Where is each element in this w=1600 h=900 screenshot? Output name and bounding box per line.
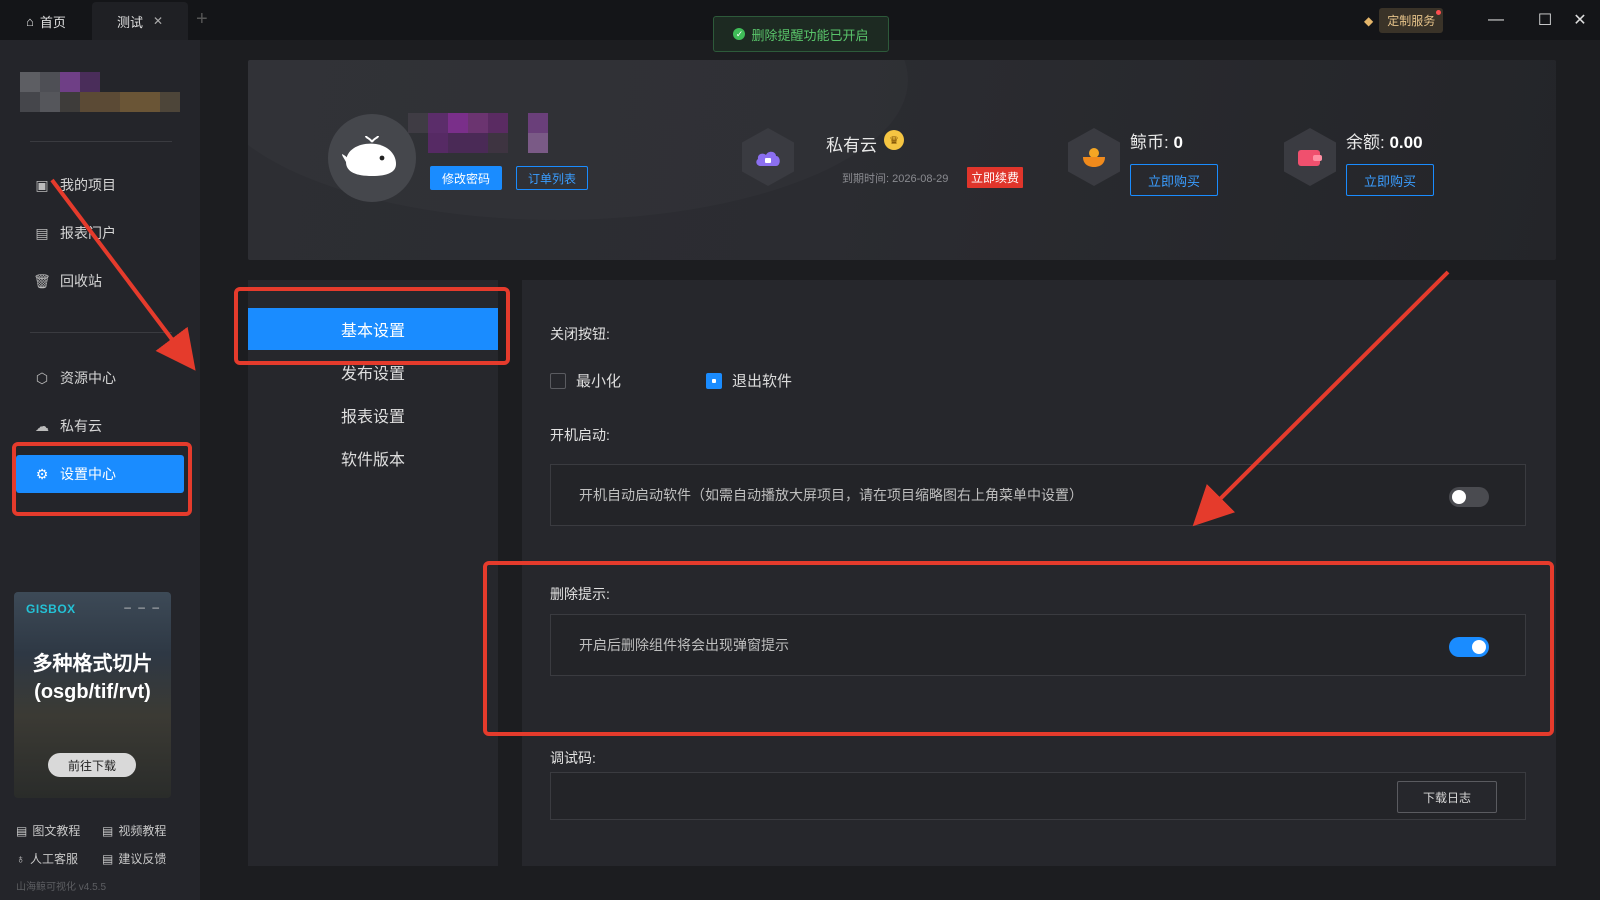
promo-banner[interactable]: GISBOX – – – 多种格式切片 (osgb/tif/rvt) 前往下载 xyxy=(14,592,171,798)
customer-service-link[interactable]: ♁ 人工客服 xyxy=(16,850,78,867)
sidebar-item-recycle-bin[interactable]: 🗑 回收站 xyxy=(16,262,184,300)
toast-text: 删除提醒功能已开启 xyxy=(751,27,869,43)
settings-menu: 基本设置 发布设置 报表设置 软件版本 xyxy=(248,280,498,866)
sidebar-item-label: 私有云 xyxy=(60,418,102,434)
tab-label: 首页 xyxy=(39,14,66,30)
startup-toggle[interactable] xyxy=(1449,487,1489,507)
sidebar: ▣ 我的项目 ▤ 报表门户 🗑 回收站 ⬡ 资源中心 ☁ 私有云 ⚙ 设置中心 … xyxy=(0,40,200,900)
promo-brand-logo: GISBOX xyxy=(26,602,76,616)
sidebar-divider xyxy=(30,141,172,142)
delete-hint-title: 删除提示: xyxy=(550,586,610,602)
download-log-button[interactable]: 下载日志 xyxy=(1397,781,1497,813)
delete-hint-panel: 开启后删除组件将会出现弹窗提示 xyxy=(550,614,1526,676)
whale-avatar-icon xyxy=(328,114,416,202)
sidebar-item-label: 我的项目 xyxy=(60,177,116,193)
sidebar-divider xyxy=(30,332,172,333)
sidebar-item-label: 设置中心 xyxy=(60,466,116,482)
crown-icon: ♛ xyxy=(884,130,904,150)
minimize-icon[interactable]: — xyxy=(1482,6,1510,34)
text-tutorial-link[interactable]: ▤ 图文教程 xyxy=(16,822,80,839)
trash-icon: 🗑 xyxy=(33,272,51,289)
private-cloud-title: 私有云 xyxy=(826,136,877,155)
sidebar-item-private-cloud[interactable]: ☁ 私有云 xyxy=(16,407,184,445)
document-icon: ▤ xyxy=(16,823,28,838)
tab-test[interactable]: 测试 ✕ xyxy=(92,2,188,40)
sidebar-item-my-projects[interactable]: ▣ 我的项目 xyxy=(16,166,184,204)
home-icon: ⌂ xyxy=(26,13,34,29)
checkbox-checked[interactable] xyxy=(706,372,722,389)
order-list-button[interactable]: 订单列表 xyxy=(516,166,588,190)
headset-icon: ♁ xyxy=(16,851,25,866)
debug-code-title: 调试码: xyxy=(550,750,596,766)
resource-icon: ⬡ xyxy=(35,369,49,386)
maximize-icon[interactable]: ☐ xyxy=(1531,6,1559,34)
video-tutorial-link[interactable]: ▤ 视频教程 xyxy=(102,822,166,839)
menu-basic-settings[interactable]: 基本设置 xyxy=(248,308,498,350)
expire-date: 到期时间: 2026-08-29 xyxy=(842,173,949,185)
close-button-title: 关闭按钮: xyxy=(550,326,610,342)
change-password-button[interactable]: 修改密码 xyxy=(430,166,502,190)
exit-software-option[interactable]: 退出软件 xyxy=(706,370,792,391)
buy-balance-button[interactable]: 立即购买 xyxy=(1346,164,1434,196)
tab-home[interactable]: ⌂ 首页 xyxy=(10,2,90,40)
minimize-option[interactable]: 最小化 xyxy=(550,370,621,391)
sidebar-item-label: 报表门户 xyxy=(60,225,116,241)
promo-download-button[interactable]: 前往下载 xyxy=(48,753,136,777)
profile-header: 修改密码 订单列表 私有云 ♛ 到期时间: 2026-08-29 立即续费 鲸币… xyxy=(248,60,1556,260)
close-icon[interactable]: ✕ xyxy=(153,14,163,28)
success-toast: ✓ 删除提醒功能已开启 xyxy=(713,16,889,52)
promo-dots: – – – xyxy=(124,600,161,614)
diamond-icon: ◆ xyxy=(1364,13,1374,28)
debug-code-panel: 下载日志 xyxy=(550,772,1526,820)
startup-title: 开机启动: xyxy=(550,427,610,443)
delete-hint-description: 开启后删除组件将会出现弹窗提示 xyxy=(579,637,789,653)
check-circle-icon: ✓ xyxy=(733,28,746,40)
window-close-icon[interactable]: ✕ xyxy=(1566,6,1594,34)
wallet-icon xyxy=(1284,128,1336,186)
sidebar-item-report-portal[interactable]: ▤ 报表门户 xyxy=(16,214,184,252)
custom-service-label: 定制服务 xyxy=(1379,8,1444,33)
menu-publish-settings[interactable]: 发布设置 xyxy=(248,351,498,393)
custom-service-button[interactable]: ◆ 定制服务 xyxy=(1364,8,1444,33)
promo-title: 多种格式切片 (osgb/tif/rvt) xyxy=(32,653,153,703)
video-icon: ▤ xyxy=(102,823,114,838)
gear-icon: ⚙ xyxy=(35,465,49,482)
startup-panel: 开机自动启动软件（如需自动播放大屏项目，请在项目缩略图右上角菜单中设置） xyxy=(550,464,1526,526)
sidebar-item-label: 回收站 xyxy=(60,273,102,289)
sidebar-item-settings-center[interactable]: ⚙ 设置中心 xyxy=(16,455,184,493)
project-icon: ▣ xyxy=(35,176,49,193)
renew-button[interactable]: 立即续费 xyxy=(967,167,1024,188)
checkbox-unchecked[interactable] xyxy=(550,372,566,389)
notification-dot xyxy=(1436,10,1442,15)
sidebar-item-label: 资源中心 xyxy=(60,370,116,386)
cloud-icon: ☁ xyxy=(35,417,49,434)
menu-software-version[interactable]: 软件版本 xyxy=(248,437,498,479)
add-tab-icon[interactable]: + xyxy=(196,8,208,31)
buy-coins-button[interactable]: 立即购买 xyxy=(1130,164,1218,196)
balance-stat: 余额: 0.00 xyxy=(1346,133,1423,152)
menu-report-settings[interactable]: 报表设置 xyxy=(248,394,498,436)
coin-bowl-icon xyxy=(1068,128,1120,186)
tab-label: 测试 xyxy=(116,14,143,30)
feedback-link[interactable]: ▤ 建议反馈 xyxy=(102,850,166,867)
delete-hint-toggle[interactable] xyxy=(1449,637,1489,657)
feedback-icon: ▤ xyxy=(102,851,114,866)
startup-description: 开机自动启动软件（如需自动播放大屏项目，请在项目缩略图右上角菜单中设置） xyxy=(579,487,1083,503)
user-avatar-blurred xyxy=(20,72,180,114)
sidebar-item-resource-center[interactable]: ⬡ 资源中心 xyxy=(16,359,184,397)
report-icon: ▤ xyxy=(35,224,49,241)
settings-content: 关闭按钮: 最小化 退出软件 开机启动: 开机自动启动软件（如需自动播放大屏项目… xyxy=(522,280,1556,866)
app-version: 山海鲸可视化 v4.5.5 xyxy=(16,882,107,893)
coins-stat: 鲸币: 0 xyxy=(1130,133,1183,152)
